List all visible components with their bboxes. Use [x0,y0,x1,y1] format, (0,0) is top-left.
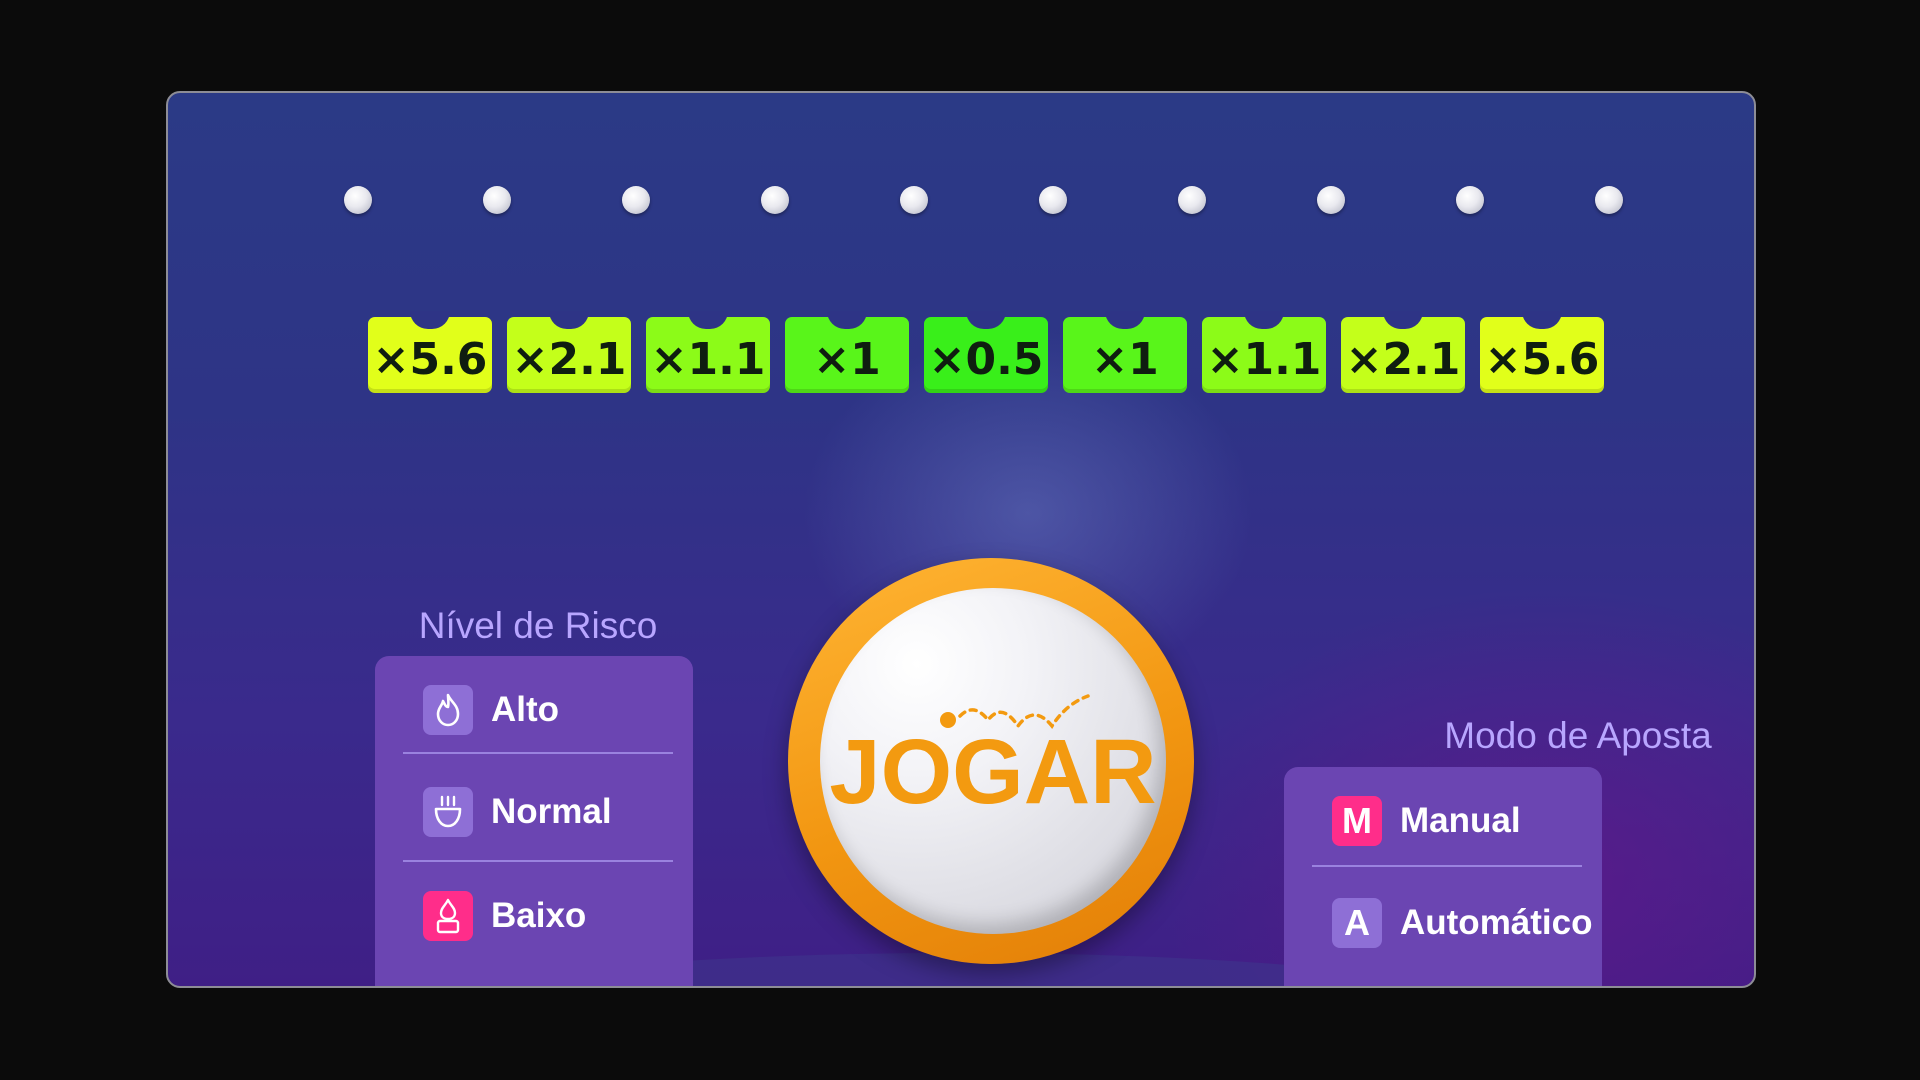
multiplier-value: ×1 [813,333,881,385]
pin-row [168,93,1754,293]
bet-mode-label: Automático [1400,903,1593,942]
peg [1456,186,1484,214]
multiplier-value: ×1.1 [650,333,766,385]
peg [1039,186,1067,214]
manual-mode-icon: M [1332,796,1382,846]
divider [403,752,673,754]
multiplier-row: ×5.6 ×2.1 ×1.1 ×1 ×0.5 ×1 ×1.1 ×2.1 ×5.6 [368,311,1604,393]
multiplier-value: ×5.6 [372,333,488,385]
multiplier-slot: ×5.6 [368,311,492,393]
peg [1317,186,1345,214]
play-button[interactable]: JOGAR [788,558,1194,964]
multiplier-slot: ×1 [785,311,909,393]
risk-level-panel: Alto Normal Baixo [375,656,693,986]
play-button-face: JOGAR [820,588,1166,934]
bet-mode-label: Manual [1400,801,1521,840]
bet-mode-automatico[interactable]: A Automático [1332,891,1593,955]
multiplier-slot: ×1.1 [1202,311,1326,393]
risk-option-label: Normal [491,792,612,831]
multiplier-slot: ×1 [1063,311,1187,393]
divider [403,860,673,862]
risk-option-normal[interactable]: Normal [423,780,612,844]
multiplier-value: ×2.1 [511,333,627,385]
game-board: ×5.6 ×2.1 ×1.1 ×1 ×0.5 ×1 ×1.1 ×2.1 ×5.6… [166,91,1756,988]
bet-mode-manual[interactable]: M Manual [1332,789,1521,853]
risk-option-label: Alto [491,690,560,729]
bet-mode-panel: M Manual A Automático [1284,767,1602,986]
multiplier-value: ×5.6 [1484,333,1600,385]
risk-option-baixo[interactable]: Baixo [423,884,586,948]
peg [1595,186,1623,214]
peg [900,186,928,214]
low-flame-icon [423,891,473,941]
peg [622,186,650,214]
peg [761,186,789,214]
steaming-cup-icon [423,787,473,837]
risk-option-alto[interactable]: Alto [423,678,559,742]
peg [483,186,511,214]
divider [1312,865,1582,867]
automatic-mode-icon: A [1332,898,1382,948]
multiplier-slot: ×2.1 [1341,311,1465,393]
risk-level-title: Nível de Risco [418,605,658,646]
play-button-label: JOGAR [829,721,1157,823]
peg [344,186,372,214]
multiplier-slot: ×5.6 [1480,311,1604,393]
bet-mode-title: Modo de Aposta [1444,715,1712,756]
multiplier-value: ×1.1 [1206,333,1322,385]
risk-option-label: Baixo [491,896,587,935]
multiplier-slot: ×2.1 [507,311,631,393]
multiplier-slot: ×0.5 [924,311,1048,393]
multiplier-value: ×1 [1091,333,1159,385]
multiplier-value: ×0.5 [928,333,1044,385]
multiplier-value: ×2.1 [1345,333,1461,385]
flame-icon [423,685,473,735]
multiplier-slot: ×1.1 [646,311,770,393]
peg [1178,186,1206,214]
